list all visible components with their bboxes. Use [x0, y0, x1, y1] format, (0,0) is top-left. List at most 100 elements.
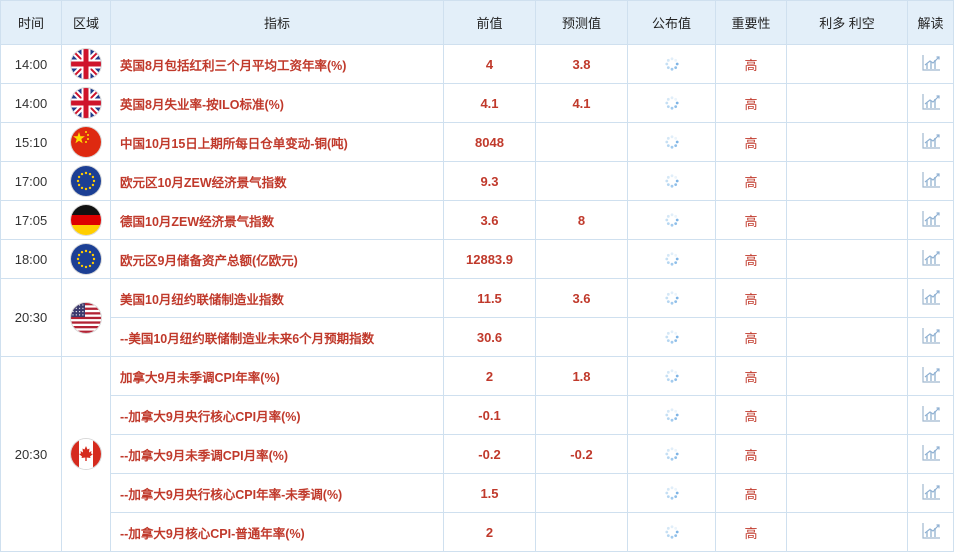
chart-analysis-icon[interactable]	[921, 93, 941, 114]
actual-value-cell	[627, 473, 716, 513]
table-row: 20:30 加拿大9月未季调CPI年率(%) 2 1.8 高	[0, 356, 954, 552]
chart-analysis-icon[interactable]	[921, 249, 941, 270]
event-time: 20:30	[0, 278, 62, 357]
importance-level: 高	[715, 473, 787, 513]
table-row: --加拿大9月核心CPI-普通年率(%) 2 高	[1, 512, 954, 552]
forecast-value: 8	[535, 200, 628, 240]
forecast-value: 4.1	[535, 83, 628, 123]
region-cell	[61, 356, 111, 552]
forecast-value	[535, 239, 628, 279]
loading-spinner-icon	[664, 56, 680, 71]
indicator-name[interactable]: 欧元区9月储备资产总额(亿欧元)	[110, 239, 444, 279]
impact-cell	[786, 317, 908, 357]
indicator-name[interactable]: --加拿大9月央行核心CPI月率(%)	[110, 395, 444, 435]
region-cell	[61, 278, 111, 357]
chart-analysis-icon[interactable]	[921, 288, 941, 309]
forecast-value	[535, 122, 628, 162]
region-cell	[61, 83, 111, 123]
chart-analysis-icon[interactable]	[921, 327, 941, 348]
table-row: 15:10 中国10月15日上期所每日仓单变动-铜(吨) 8048 高	[0, 122, 954, 162]
indicator-name[interactable]: --加拿大9月未季调CPI月率(%)	[110, 434, 444, 474]
header-indicator: 指标	[110, 0, 444, 45]
interpret-cell	[907, 200, 954, 240]
table-row: 20:30 美国10月纽约联储制造业指数 11.5 3.6 高	[0, 278, 954, 357]
interpret-cell	[907, 356, 954, 396]
actual-value-cell	[627, 44, 716, 84]
chart-analysis-icon[interactable]	[921, 171, 941, 192]
indicator-name[interactable]: 中国10月15日上期所每日仓单变动-铜(吨)	[110, 122, 444, 162]
actual-value-cell	[627, 317, 716, 357]
importance-level: 高	[715, 122, 787, 162]
interpret-cell	[907, 239, 954, 279]
forecast-value: -0.2	[535, 434, 628, 474]
previous-value: 8048	[443, 122, 536, 162]
eu-flag-icon	[71, 244, 101, 274]
interpret-cell	[907, 122, 954, 162]
event-time: 18:00	[0, 239, 62, 279]
impact-cell	[786, 395, 908, 435]
importance-level: 高	[715, 356, 787, 396]
loading-spinner-icon	[664, 329, 680, 344]
region-cell	[61, 239, 111, 279]
chart-analysis-icon[interactable]	[921, 405, 941, 426]
china-flag-icon	[71, 127, 101, 157]
loading-spinner-icon	[664, 95, 680, 110]
impact-cell	[786, 122, 908, 162]
indicator-name[interactable]: --加拿大9月核心CPI-普通年率(%)	[110, 512, 444, 552]
importance-level: 高	[715, 200, 787, 240]
indicator-name[interactable]: 德国10月ZEW经济景气指数	[110, 200, 444, 240]
chart-analysis-icon[interactable]	[921, 366, 941, 387]
importance-level: 高	[715, 512, 787, 552]
indicator-name[interactable]: --加拿大9月央行核心CPI年率-未季调(%)	[110, 473, 444, 513]
calendar-body: 14:00 英国8月包括红利三个月平均工资年率(%) 4 3.8 高 14:00 英国8月失…	[0, 44, 954, 552]
germany-flag-icon	[71, 205, 101, 235]
chart-analysis-icon[interactable]	[921, 444, 941, 465]
us-flag-icon	[71, 302, 101, 333]
chart-analysis-icon[interactable]	[921, 54, 941, 75]
table-row: 17:00 欧元区10月ZEW经济景气指数 9.3 高	[0, 161, 954, 201]
loading-spinner-icon	[664, 173, 680, 188]
indicator-name[interactable]: 英国8月失业率-按ILO标准(%)	[110, 83, 444, 123]
actual-value-cell	[627, 83, 716, 123]
indicator-name[interactable]: 欧元区10月ZEW经济景气指数	[110, 161, 444, 201]
impact-cell	[786, 44, 908, 84]
actual-value-cell	[627, 239, 716, 279]
importance-level: 高	[715, 317, 787, 357]
chart-analysis-icon[interactable]	[921, 483, 941, 504]
impact-cell	[786, 200, 908, 240]
region-cell	[61, 122, 111, 162]
impact-cell	[786, 434, 908, 474]
interpret-cell	[907, 317, 954, 357]
indicator-name[interactable]: --美国10月纽约联储制造业未来6个月预期指数	[110, 317, 444, 357]
actual-value-cell	[627, 161, 716, 201]
previous-value: 4.1	[443, 83, 536, 123]
table-row: 17:05 德国10月ZEW经济景气指数 3.6 8 高	[0, 200, 954, 240]
actual-value-cell	[627, 122, 716, 162]
importance-level: 高	[715, 395, 787, 435]
indicator-name[interactable]: 英国8月包括红利三个月平均工资年率(%)	[110, 44, 444, 84]
previous-value: 11.5	[443, 278, 536, 318]
loading-spinner-icon	[664, 485, 680, 500]
previous-value: 4	[443, 44, 536, 84]
table-row: 18:00 欧元区9月储备资产总额(亿欧元) 12883.9 高	[0, 239, 954, 279]
chart-analysis-icon[interactable]	[921, 210, 941, 231]
previous-value: -0.1	[443, 395, 536, 435]
previous-value: 2	[443, 356, 536, 396]
importance-level: 高	[715, 83, 787, 123]
interpret-cell	[907, 473, 954, 513]
uk-flag-icon	[71, 88, 101, 118]
chart-analysis-icon[interactable]	[921, 522, 941, 543]
interpret-cell	[907, 278, 954, 318]
forecast-value	[535, 512, 628, 552]
actual-value-cell	[627, 278, 716, 318]
indicator-name[interactable]: 美国10月纽约联储制造业指数	[110, 278, 444, 318]
actual-value-cell	[627, 395, 716, 435]
actual-value-cell	[627, 512, 716, 552]
table-row: --加拿大9月未季调CPI月率(%) -0.2 -0.2 高	[1, 434, 954, 474]
forecast-value	[535, 395, 628, 435]
previous-value: 2	[443, 512, 536, 552]
indicator-name[interactable]: 加拿大9月未季调CPI年率(%)	[110, 356, 444, 396]
importance-level: 高	[715, 434, 787, 474]
impact-cell	[786, 512, 908, 552]
chart-analysis-icon[interactable]	[921, 132, 941, 153]
